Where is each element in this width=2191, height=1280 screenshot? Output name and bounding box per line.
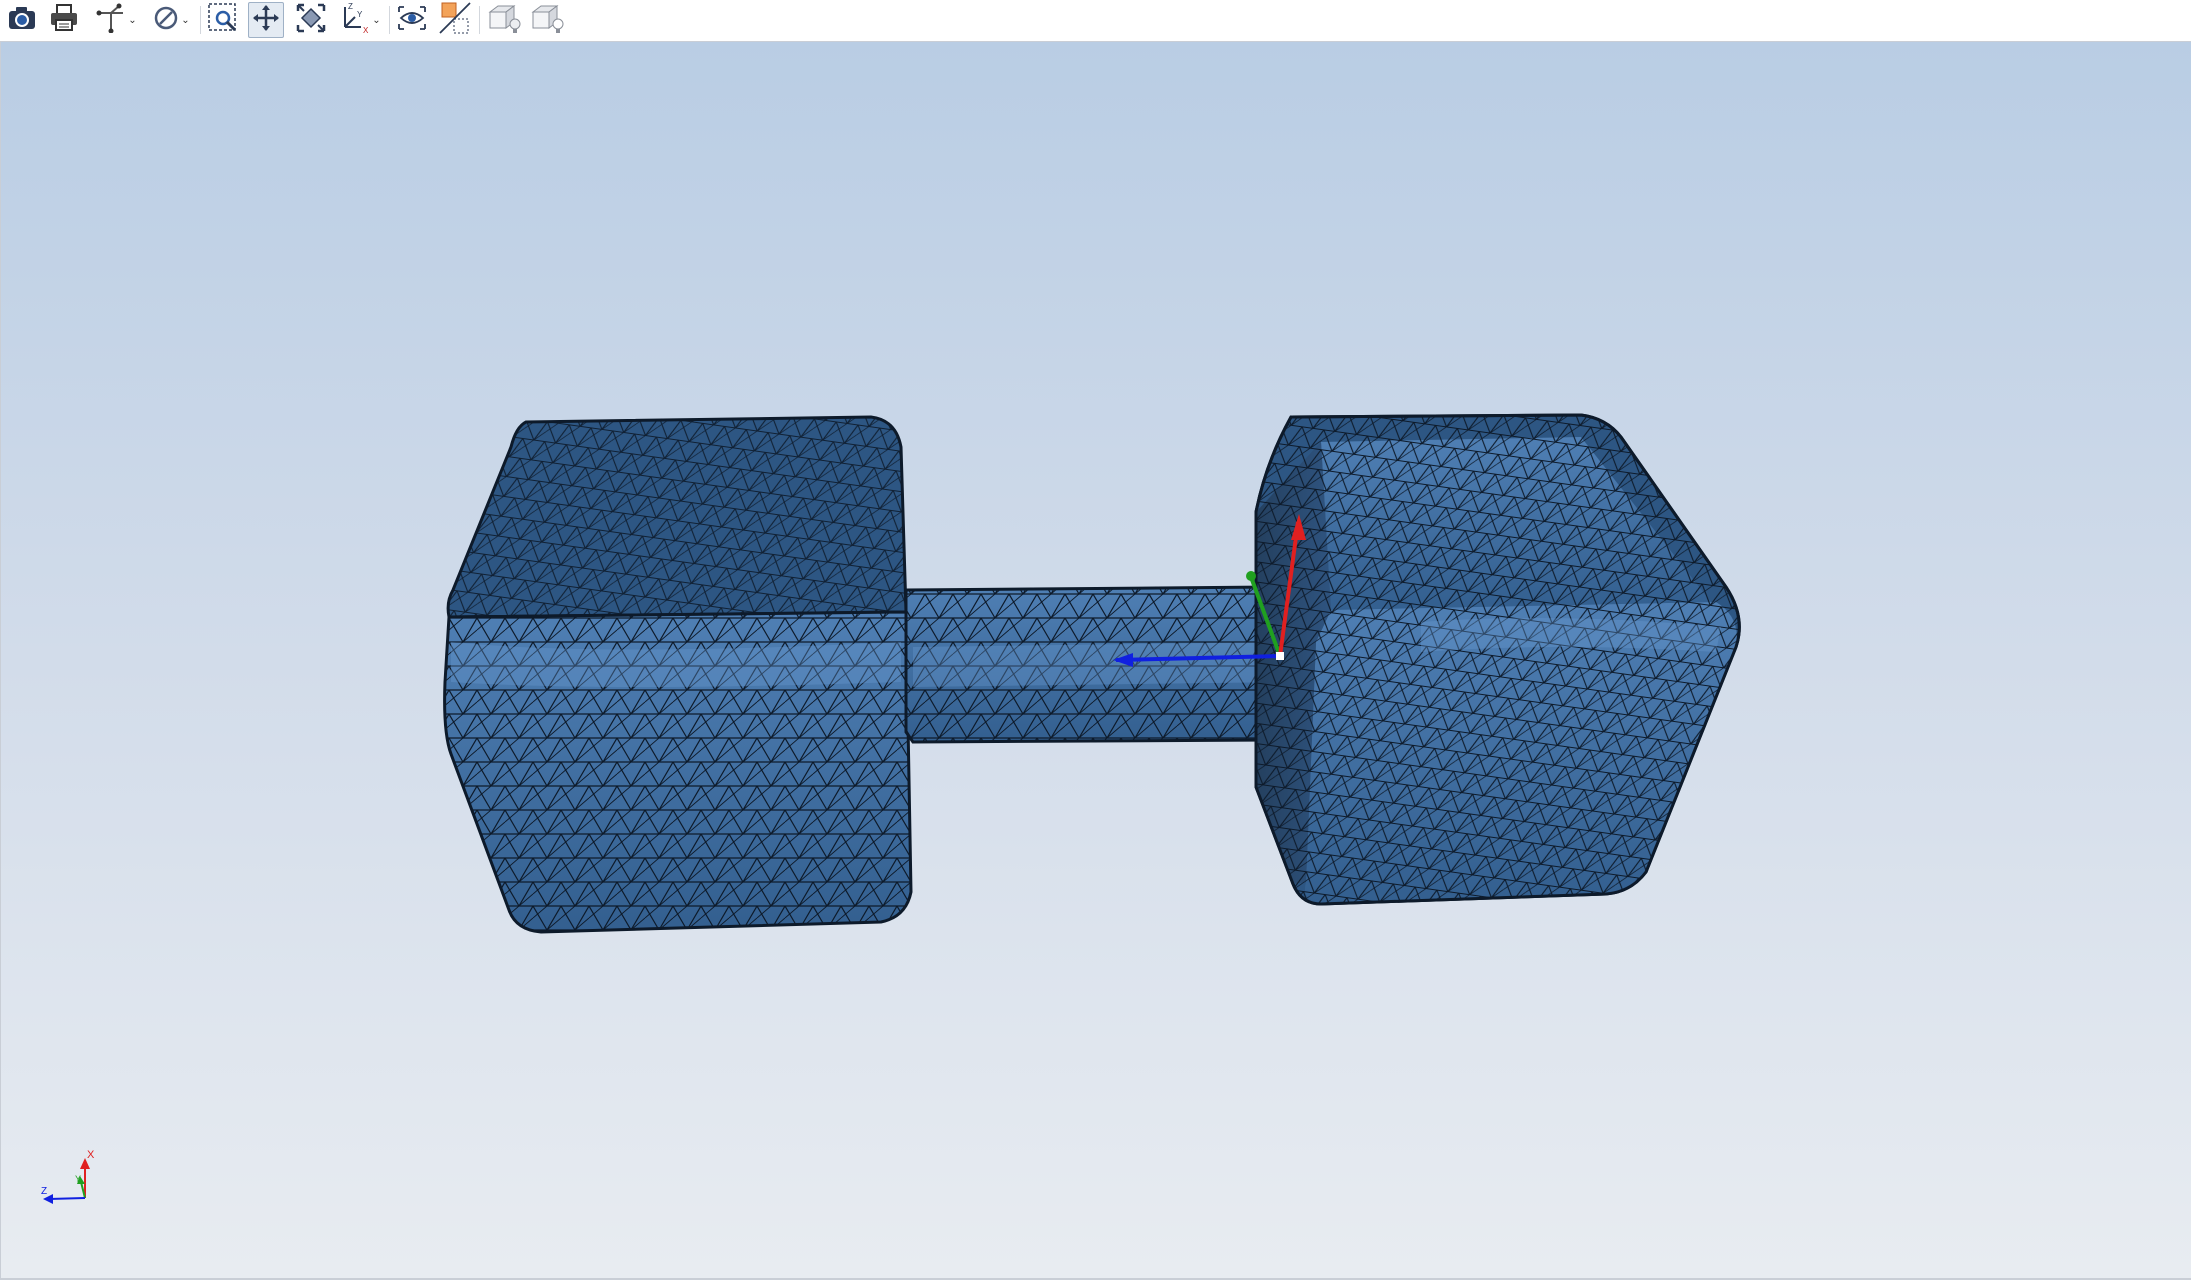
handle-bar (904, 585, 1295, 744)
pan-button[interactable] (248, 2, 284, 38)
chevron-down-icon: ⌄ (128, 14, 137, 26)
chevron-down-icon: ⌄ (372, 14, 381, 26)
toolbar-separator (200, 6, 201, 34)
section-plane-icon (438, 1, 472, 40)
svg-text:X: X (363, 26, 369, 35)
camera-icon (7, 5, 37, 36)
svg-text:Z: Z (348, 2, 353, 11)
toolbar: ⌄ ⌄ ZYX ⌄ (0, 0, 2191, 42)
printer-icon (49, 3, 79, 37)
fit-all-button[interactable] (292, 2, 330, 38)
box-light-icon (486, 2, 522, 39)
light-on-button[interactable] (527, 2, 567, 38)
axis-view-dropdown[interactable]: ZYX ⌄ (336, 2, 382, 38)
toolbar-separator (479, 6, 480, 34)
axis-label-z: Z (41, 1186, 47, 1197)
fit-all-icon (295, 2, 327, 39)
print-button[interactable] (46, 2, 82, 38)
axis-label-y: Y (75, 1174, 81, 1184)
pan-icon (251, 3, 281, 38)
toolbar-separator (389, 6, 390, 34)
eye-icon (396, 4, 428, 37)
zoom-window-button[interactable] (204, 2, 242, 38)
axis-label-x: X (87, 1149, 95, 1161)
svg-text:Y: Y (357, 10, 363, 19)
zoom-window-icon (207, 2, 239, 39)
axis-icon: ZYX (337, 1, 371, 40)
chevron-down-icon: ⌄ (181, 14, 190, 26)
left-block (443, 415, 913, 934)
no-entry-icon (152, 4, 180, 37)
box-light-icon (529, 2, 565, 39)
measure-icon (95, 3, 127, 38)
display-mode-dropdown[interactable]: ⌄ (148, 2, 194, 38)
view-button[interactable] (393, 2, 431, 38)
right-block (1254, 413, 1741, 906)
light-off-button[interactable] (484, 2, 524, 38)
measure-dropdown[interactable]: ⌄ (92, 2, 140, 38)
section-plane-button[interactable] (436, 1, 474, 40)
3d-viewport[interactable]: X Y Z (0, 42, 2191, 1278)
view-axis-indicator: X Y Z (41, 1149, 95, 1204)
screenshot-button[interactable] (4, 2, 40, 38)
